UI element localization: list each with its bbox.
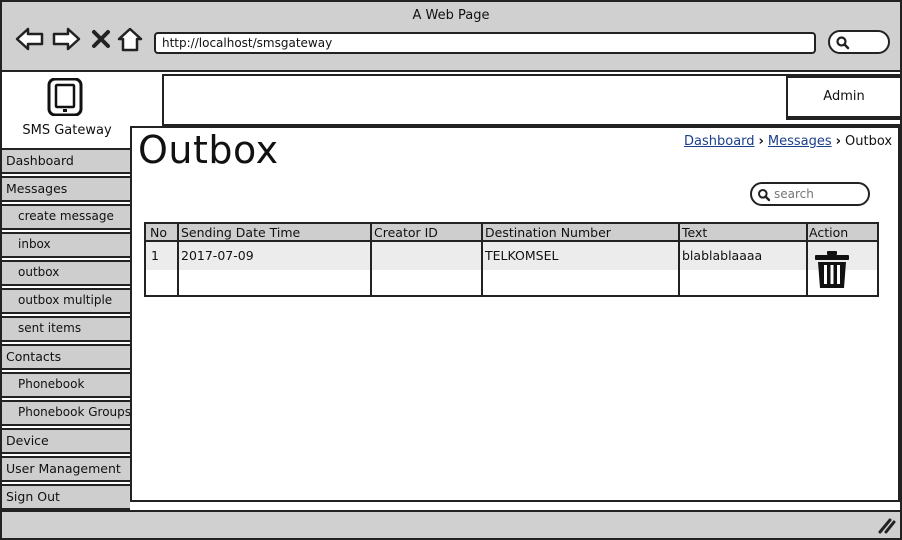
back-arrow-icon[interactable]: [14, 24, 46, 54]
browser-search-button[interactable]: [828, 30, 890, 54]
sidebar-item-phonebook-groups[interactable]: Phonebook Groups: [2, 400, 131, 426]
column-divider: [678, 224, 680, 295]
sidebar-item-dashboard[interactable]: Dashboard: [2, 148, 130, 174]
chevron-right-icon: ›: [758, 134, 764, 149]
trash-icon[interactable]: [813, 250, 851, 294]
chevron-right-icon: ›: [835, 134, 841, 149]
column-divider: [806, 224, 808, 295]
cell-text: blablablaaaa: [682, 248, 763, 263]
page-title: Outbox: [138, 128, 279, 172]
cell-no: 1: [151, 248, 159, 263]
browser-toolbar: A Web Page http://localhost/smsgateway: [2, 2, 900, 72]
smartphone-icon: [46, 77, 84, 120]
sidebar-item-device[interactable]: Device: [2, 428, 130, 454]
column-divider: [481, 224, 483, 295]
search-input[interactable]: [772, 186, 858, 202]
search-icon: [758, 189, 771, 202]
sidebar-item-sign-out[interactable]: Sign Out: [2, 484, 130, 510]
column-header-destination-number: Destination Number: [485, 225, 611, 240]
brand-name: SMS Gateway: [22, 123, 112, 138]
cell-sending-date-time: 2017-07-09: [181, 248, 254, 263]
admin-button-shadow: [786, 116, 900, 120]
sidebar-item-create-message[interactable]: create message: [2, 204, 130, 230]
sidebar-item-user-management[interactable]: User Management: [2, 456, 130, 482]
resize-grip-icon[interactable]: [876, 516, 896, 534]
window-title: A Web Page: [412, 8, 490, 23]
cell-destination-number: TELKOMSEL: [485, 248, 559, 263]
sidebar-item-contacts[interactable]: Contacts: [2, 344, 130, 370]
breadcrumb-dashboard-link[interactable]: Dashboard: [684, 134, 755, 149]
column-header-creator-id: Creator ID: [374, 225, 438, 240]
column-header-text: Text: [682, 225, 708, 240]
column-header-sending-date-time: Sending Date Time: [181, 225, 301, 240]
sidebar-item-outbox-multiple[interactable]: outbox multiple: [2, 288, 130, 314]
sidebar-item-inbox[interactable]: inbox: [2, 232, 130, 258]
sidebar-item-phonebook[interactable]: Phonebook: [2, 372, 130, 398]
sidebar-item-sent-items[interactable]: sent items: [2, 316, 130, 342]
browser-status-bar: [2, 510, 900, 538]
url-bar[interactable]: http://localhost/smsgateway: [154, 32, 816, 54]
outbox-table: No Sending Date Time Creator ID Destinat…: [144, 222, 879, 297]
column-header-no: No: [150, 225, 167, 240]
search-box[interactable]: [750, 182, 870, 206]
close-x-icon[interactable]: [86, 24, 116, 54]
sidebar-item-outbox[interactable]: outbox: [2, 260, 130, 286]
column-divider: [370, 224, 372, 295]
sidebar-item-messages[interactable]: Messages: [2, 176, 130, 202]
breadcrumb: Dashboard › Messages › Outbox: [684, 134, 892, 149]
search-icon: [836, 36, 850, 50]
brand[interactable]: SMS Gateway: [2, 74, 162, 138]
column-divider: [177, 224, 179, 295]
admin-button[interactable]: Admin: [786, 76, 900, 118]
column-header-action: Action: [809, 225, 849, 240]
forward-arrow-icon[interactable]: [50, 24, 82, 54]
breadcrumb-current: Outbox: [845, 134, 893, 149]
home-icon[interactable]: [114, 24, 146, 54]
breadcrumb-messages-link[interactable]: Messages: [768, 134, 832, 149]
